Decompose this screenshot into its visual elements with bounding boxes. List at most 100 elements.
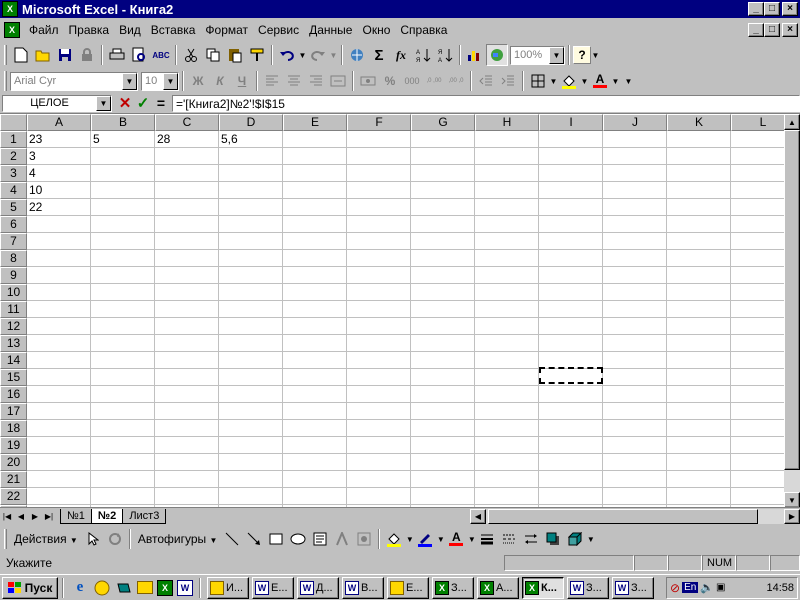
antivirus-icon[interactable]: ⊘: [670, 581, 680, 595]
cell-H21[interactable]: [475, 471, 539, 488]
cell-A13[interactable]: [27, 335, 91, 352]
taskbar-button[interactable]: W З...: [612, 576, 654, 599]
cell-H17[interactable]: [475, 403, 539, 420]
cell-B3[interactable]: [91, 165, 155, 182]
toolbar-options-icon[interactable]: ▼: [624, 77, 633, 86]
cell-H6[interactable]: [475, 216, 539, 233]
cell-F13[interactable]: [347, 335, 411, 352]
toolbar-grip[interactable]: [4, 45, 7, 65]
cell-F22[interactable]: [347, 488, 411, 505]
cell-F11[interactable]: [347, 301, 411, 318]
cell-I22[interactable]: [539, 488, 603, 505]
cell-C17[interactable]: [155, 403, 219, 420]
fill-color-icon[interactable]: [383, 528, 405, 550]
cell-I2[interactable]: [539, 148, 603, 165]
cell-I12[interactable]: [539, 318, 603, 335]
undo-icon[interactable]: [276, 44, 298, 66]
column-header[interactable]: K: [667, 114, 731, 131]
cell-D15[interactable]: [219, 369, 283, 386]
3d-icon[interactable]: [564, 528, 586, 550]
cell-H19[interactable]: [475, 437, 539, 454]
cell-K21[interactable]: [667, 471, 731, 488]
cell-G8[interactable]: [411, 250, 475, 267]
cell-F14[interactable]: [347, 352, 411, 369]
cell-I16[interactable]: [539, 386, 603, 403]
sort-asc-icon[interactable]: AЯ: [412, 44, 434, 66]
save-icon[interactable]: [54, 44, 76, 66]
function-icon[interactable]: fx: [390, 44, 412, 66]
cell-D8[interactable]: [219, 250, 283, 267]
cell-G19[interactable]: [411, 437, 475, 454]
name-box-dropdown-icon[interactable]: ▼: [96, 95, 111, 111]
folder-icon[interactable]: [137, 581, 153, 594]
cell-J17[interactable]: [603, 403, 667, 420]
cell-J3[interactable]: [603, 165, 667, 182]
cell-K20[interactable]: [667, 454, 731, 471]
menu-file[interactable]: Файл: [24, 23, 64, 37]
vertical-scrollbar[interactable]: ▲ ▼: [784, 114, 800, 507]
undo-dropdown-icon[interactable]: ▼: [298, 51, 307, 60]
size-select[interactable]: 10 ▼: [141, 71, 179, 91]
cell-D22[interactable]: [219, 488, 283, 505]
line-style-icon[interactable]: [476, 528, 498, 550]
cell-I11[interactable]: [539, 301, 603, 318]
cell-A17[interactable]: [27, 403, 91, 420]
cell-B8[interactable]: [91, 250, 155, 267]
cell-F18[interactable]: [347, 420, 411, 437]
desktop-icon[interactable]: [115, 579, 133, 597]
cell-E16[interactable]: [283, 386, 347, 403]
cell-F9[interactable]: [347, 267, 411, 284]
cell-C16[interactable]: [155, 386, 219, 403]
menu-tools[interactable]: Сервис: [253, 23, 304, 37]
spelling-icon[interactable]: ABC: [150, 44, 172, 66]
oval-icon[interactable]: [287, 528, 309, 550]
cell-C13[interactable]: [155, 335, 219, 352]
toolbar-grip[interactable]: [4, 529, 7, 549]
sheet-tab[interactable]: №1: [60, 508, 92, 524]
formula-input[interactable]: ='[Книга2]№2'!$I$15: [172, 94, 800, 112]
cell-H8[interactable]: [475, 250, 539, 267]
volume-icon[interactable]: 🔈: [700, 581, 714, 594]
line-color-icon[interactable]: [414, 528, 436, 550]
cell-K3[interactable]: [667, 165, 731, 182]
cell-C21[interactable]: [155, 471, 219, 488]
line-icon[interactable]: [221, 528, 243, 550]
print-icon[interactable]: [106, 44, 128, 66]
cell-E11[interactable]: [283, 301, 347, 318]
italic-button[interactable]: К: [209, 70, 231, 92]
cell-D6[interactable]: [219, 216, 283, 233]
cell-E20[interactable]: [283, 454, 347, 471]
column-header[interactable]: C: [155, 114, 219, 131]
cell-D19[interactable]: [219, 437, 283, 454]
cell-H11[interactable]: [475, 301, 539, 318]
clipart-icon[interactable]: [353, 528, 375, 550]
cell-K15[interactable]: [667, 369, 731, 386]
cell-E1[interactable]: [283, 131, 347, 148]
cell-J15[interactable]: [603, 369, 667, 386]
cell-D3[interactable]: [219, 165, 283, 182]
cell-B4[interactable]: [91, 182, 155, 199]
bold-button[interactable]: Ж: [187, 70, 209, 92]
cell-K13[interactable]: [667, 335, 731, 352]
cell-E9[interactable]: [283, 267, 347, 284]
cell-G13[interactable]: [411, 335, 475, 352]
new-icon[interactable]: [10, 44, 32, 66]
cell-I13[interactable]: [539, 335, 603, 352]
cell-A3[interactable]: 4: [27, 165, 91, 182]
cell-J20[interactable]: [603, 454, 667, 471]
cell-J10[interactable]: [603, 284, 667, 301]
cell-C8[interactable]: [155, 250, 219, 267]
cell-C3[interactable]: [155, 165, 219, 182]
menu-view[interactable]: Вид: [114, 23, 146, 37]
cell-D20[interactable]: [219, 454, 283, 471]
fill-color-dropdown-icon[interactable]: ▼: [580, 77, 589, 86]
percent-button[interactable]: %: [379, 70, 401, 92]
column-header[interactable]: J: [603, 114, 667, 131]
taskbar-button[interactable]: X А...: [477, 576, 519, 599]
cell-H13[interactable]: [475, 335, 539, 352]
help-dropdown-icon[interactable]: ▼: [591, 51, 600, 60]
cell-B21[interactable]: [91, 471, 155, 488]
cell-C7[interactable]: [155, 233, 219, 250]
cell-I21[interactable]: [539, 471, 603, 488]
cell-A8[interactable]: [27, 250, 91, 267]
